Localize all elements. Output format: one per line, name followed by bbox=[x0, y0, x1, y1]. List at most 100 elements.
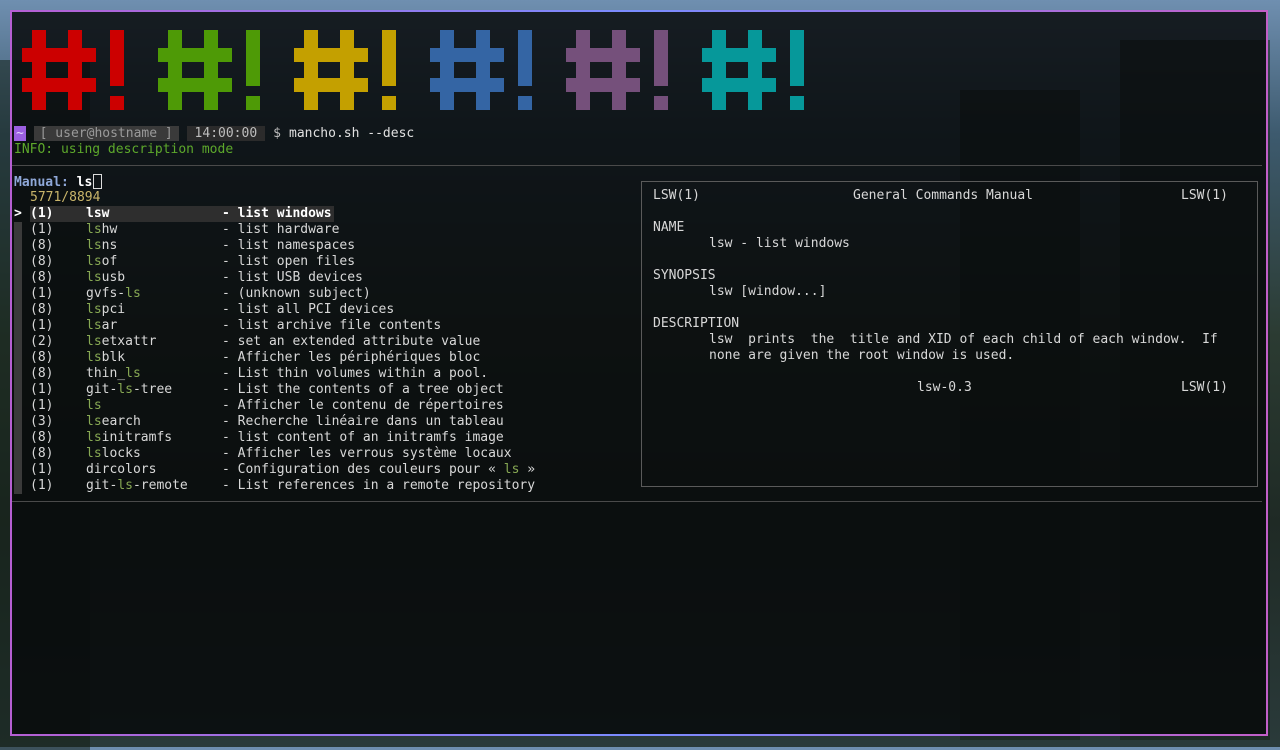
result-row[interactable]: (8) lsns - list namespaces bbox=[14, 238, 634, 254]
man-description-line: none are given the root window is used. bbox=[709, 348, 1015, 363]
result-description-part: - set an extended attribute value bbox=[222, 334, 481, 349]
result-name-part: ls bbox=[86, 318, 102, 333]
man-section-synopsis: SYNOPSIS bbox=[653, 268, 716, 283]
row-gutter bbox=[14, 382, 22, 398]
row-gutter bbox=[14, 430, 22, 446]
result-description: - List thin volumes within a pool. bbox=[222, 366, 488, 382]
result-name-part: ls bbox=[86, 206, 102, 221]
result-name-part: dircolors bbox=[86, 462, 157, 477]
prompt-command: mancho.sh --desc bbox=[289, 126, 415, 141]
result-name: lspci bbox=[86, 302, 125, 318]
result-description: - (unknown subject) bbox=[222, 286, 371, 302]
row-gutter bbox=[14, 414, 22, 430]
result-row[interactable]: (3) lsearch - Recherche linéaire dans un t… bbox=[14, 414, 634, 430]
result-section: (1) bbox=[30, 382, 54, 397]
man-name-text: lsw - list windows bbox=[709, 236, 850, 251]
result-name-part: ls bbox=[86, 334, 102, 349]
man-section-name: NAME bbox=[653, 220, 685, 235]
result-name-part: initramfs bbox=[101, 430, 173, 445]
result-section: (8) bbox=[30, 430, 54, 445]
row-gutter bbox=[14, 286, 22, 302]
result-row[interactable]: (1) lsar - list archive file contents bbox=[14, 318, 634, 334]
row-gutter bbox=[14, 334, 22, 350]
result-row[interactable]: (1) git-ls-remote - List references in a r… bbox=[14, 478, 634, 494]
result-description-part: ls bbox=[503, 462, 520, 477]
result-name-part: ls bbox=[86, 446, 102, 461]
terminal-window[interactable]: #! #! #! #! #! #! ~ [ user@hostname ] 14:00:0… bbox=[10, 10, 1268, 736]
result-section: (8) bbox=[30, 302, 54, 317]
result-row[interactable]: (1) dircolors - Configuration des couleurs… bbox=[14, 462, 634, 478]
result-name-part: ls bbox=[86, 270, 102, 285]
result-name-part: earch bbox=[101, 414, 141, 429]
result-description-part: - List thin volumes within a pool. bbox=[222, 366, 489, 381]
result-section: (8) bbox=[30, 446, 54, 461]
result-description-part: - List the contents of a tree object bbox=[222, 382, 504, 397]
result-name-part: ls bbox=[125, 286, 141, 301]
result-description: - List references in a remote repository bbox=[222, 478, 535, 494]
result-name-part: ar bbox=[101, 318, 118, 333]
man-section-description: DESCRIPTION bbox=[653, 316, 740, 331]
result-description: - set an extended attribute value bbox=[222, 334, 480, 350]
hashbang-glyph-text: #! bbox=[702, 110, 703, 111]
result-row[interactable]: (1) gvfs-ls - (unknown subject) bbox=[14, 286, 634, 302]
result-section: (1) bbox=[30, 398, 54, 413]
result-name: git-ls-remote bbox=[86, 478, 188, 494]
result-description: - list USB devices bbox=[222, 270, 363, 286]
result-description-part: - List references in a remote repository bbox=[222, 478, 536, 493]
result-row[interactable]: (8) lsinitramfs - list content of an initr… bbox=[14, 430, 634, 446]
result-name-part: usb bbox=[101, 270, 126, 285]
result-description: - list windows bbox=[222, 206, 332, 222]
result-name: gvfs-ls bbox=[86, 286, 141, 302]
row-gutter bbox=[14, 478, 22, 494]
result-row[interactable]: > (1) lsw - list windows bbox=[14, 206, 634, 222]
result-section: (1) bbox=[30, 462, 54, 477]
hashbang-glyph-text: #! bbox=[430, 110, 431, 111]
result-row[interactable]: (8) lsof - list open files bbox=[14, 254, 634, 270]
result-row[interactable]: (8) lsblk - Afficher les périphériques blo… bbox=[14, 350, 634, 366]
search-input[interactable]: ls bbox=[77, 175, 93, 190]
row-gutter bbox=[14, 446, 22, 462]
match-count: 5771/8894 bbox=[30, 190, 101, 205]
result-description: - Recherche linéaire dans un tableau bbox=[222, 414, 504, 430]
result-name-part: ls bbox=[86, 398, 102, 413]
result-name: lsinitramfs bbox=[86, 430, 172, 446]
result-row[interactable]: (1) ls - Afficher le contenu de répertoire… bbox=[14, 398, 634, 414]
result-row[interactable]: (8) lslocks - Afficher les verrous système… bbox=[14, 446, 634, 462]
result-name-part: ls bbox=[117, 382, 133, 397]
prompt-time: 14:00:00 bbox=[186, 126, 266, 141]
result-description-part: - list all PCI devices bbox=[222, 302, 395, 317]
result-name-part: of bbox=[101, 254, 118, 269]
result-name-part: git- bbox=[86, 478, 118, 493]
result-row[interactable]: (1) git-ls-tree - List the contents of a t… bbox=[14, 382, 634, 398]
result-name-part: thin_ bbox=[86, 366, 126, 381]
result-row[interactable]: (2) lsetxattr - set an extended attribute … bbox=[14, 334, 634, 350]
result-row[interactable]: (1) lshw - list hardware bbox=[14, 222, 634, 238]
result-name-part: -tree bbox=[132, 382, 173, 397]
results-list[interactable]: > (1) lsw - list windows (1) lshw - list hardw… bbox=[14, 206, 634, 494]
row-gutter bbox=[14, 350, 22, 366]
result-name-part: ls bbox=[125, 366, 141, 381]
result-name-part: ls bbox=[86, 222, 102, 237]
result-row[interactable]: (8) thin_ls - List thin volumes within a p… bbox=[14, 366, 634, 382]
result-row[interactable]: (8) lspci - list all PCI devices bbox=[14, 302, 634, 318]
result-description-part: - Afficher les verrous système locaux bbox=[222, 446, 512, 461]
preview-pane[interactable]: LSW(1) General Commands Manual LSW(1) NA… bbox=[641, 181, 1258, 487]
row-gutter bbox=[14, 366, 22, 382]
man-footer-right: LSW(1) bbox=[1181, 380, 1228, 395]
result-section: (8) bbox=[30, 366, 54, 381]
selection-pointer: > bbox=[14, 206, 22, 221]
row-gutter bbox=[14, 222, 22, 238]
result-row[interactable]: (8) lsusb - list USB devices bbox=[14, 270, 634, 286]
search-prompt[interactable]: Manual: ls bbox=[14, 174, 103, 191]
result-description: - List the contents of a tree object bbox=[222, 382, 504, 398]
result-name: lsetxattr bbox=[86, 334, 156, 350]
result-description-part: - list namespaces bbox=[222, 238, 356, 253]
result-name-part: ls bbox=[117, 478, 133, 493]
result-description-part: - list windows bbox=[222, 206, 332, 221]
result-name: lshw bbox=[86, 222, 117, 238]
result-description: - list content of an initramfs image bbox=[222, 430, 504, 446]
divider-top bbox=[12, 165, 1262, 166]
hashbang-glyph-text: #! bbox=[294, 110, 295, 111]
hashbang-glyph-text: #! bbox=[566, 110, 567, 111]
result-name-part: ns bbox=[101, 238, 118, 253]
